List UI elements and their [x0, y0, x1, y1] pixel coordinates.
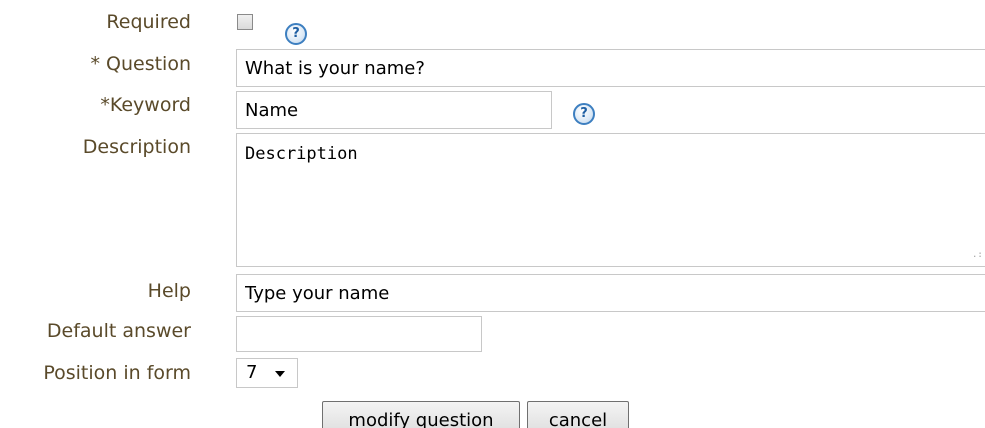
question-edit-form: Required ? * Question *Keyword ? Descrip…: [0, 0, 985, 428]
description-label: Description: [82, 136, 191, 158]
textarea-resize-grip[interactable]: .:: [972, 250, 983, 260]
default-answer-input[interactable]: [236, 316, 482, 352]
keyword-help-icon[interactable]: ?: [573, 103, 595, 125]
description-textarea[interactable]: Description: [236, 133, 985, 267]
position-selected-value: 7: [246, 362, 258, 383]
position-label: Position in form: [43, 362, 191, 384]
chevron-down-icon: [275, 371, 285, 377]
question-label: * Question: [90, 53, 191, 75]
help-input[interactable]: [236, 274, 985, 312]
question-input[interactable]: [236, 49, 985, 87]
help-label: Help: [147, 280, 191, 302]
position-select[interactable]: 7: [236, 358, 298, 388]
required-checkbox[interactable]: [237, 14, 253, 30]
required-help-icon[interactable]: ?: [285, 23, 307, 45]
modify-question-button[interactable]: modify question: [322, 401, 520, 428]
required-label: Required: [106, 11, 191, 33]
cancel-button[interactable]: cancel: [527, 401, 629, 428]
default-answer-label: Default answer: [46, 320, 191, 342]
keyword-label: *Keyword: [100, 94, 191, 116]
keyword-input[interactable]: [236, 91, 552, 129]
